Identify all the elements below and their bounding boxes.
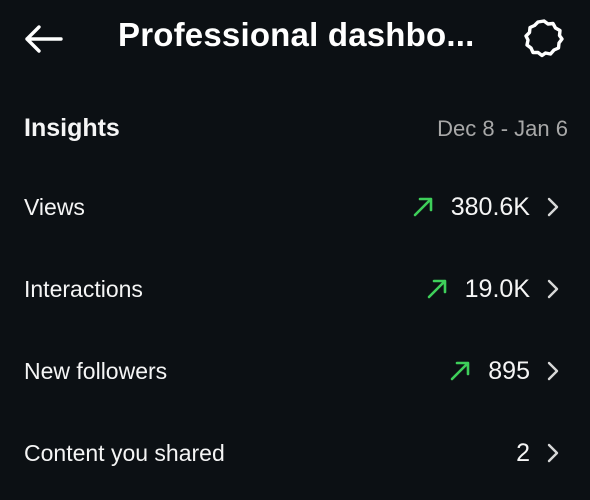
metric-label: New followers bbox=[24, 357, 168, 384]
top-bar: Professional dashbo... bbox=[0, 0, 590, 80]
insights-title: Insights bbox=[24, 114, 120, 142]
metric-value: 19.0K bbox=[464, 274, 530, 303]
chevron-right-icon bbox=[544, 441, 562, 465]
trend-up-icon bbox=[425, 277, 449, 301]
back-button[interactable] bbox=[20, 18, 66, 60]
metric-label: Views bbox=[24, 193, 85, 220]
metric-row-content-shared[interactable]: Content you shared 2 bbox=[0, 418, 590, 488]
professional-dashboard-screen: Professional dashbo... Insights Dec 8 - … bbox=[0, 0, 590, 500]
metric-value: 2 bbox=[516, 438, 530, 467]
metric-row-views[interactable]: Views 380.6K bbox=[0, 172, 590, 242]
trend-up-icon bbox=[448, 359, 472, 383]
metric-value: 380.6K bbox=[450, 192, 530, 221]
metric-label: Content you shared bbox=[24, 439, 225, 466]
metric-row-interactions[interactable]: Interactions 19.0K bbox=[0, 254, 590, 324]
gear-icon bbox=[524, 19, 564, 58]
insights-header: Insights Dec 8 - Jan 6 bbox=[0, 104, 590, 152]
arrow-left-icon bbox=[25, 25, 63, 53]
metric-value-group: 2 bbox=[516, 439, 562, 468]
metric-value-group: 19.0K bbox=[425, 275, 562, 304]
chevron-right-icon bbox=[544, 195, 562, 219]
metric-value-group: 380.6K bbox=[411, 193, 562, 222]
metric-row-new-followers[interactable]: New followers 895 bbox=[0, 336, 590, 406]
page-title: Professional dashbo... bbox=[118, 16, 475, 53]
trend-up-icon bbox=[411, 195, 435, 219]
metric-label: Interactions bbox=[24, 275, 143, 302]
date-range[interactable]: Dec 8 - Jan 6 bbox=[437, 116, 568, 142]
metric-value: 895 bbox=[488, 356, 530, 385]
settings-button[interactable] bbox=[522, 16, 566, 60]
metric-value-group: 895 bbox=[448, 357, 562, 386]
chevron-right-icon bbox=[544, 359, 562, 383]
chevron-right-icon bbox=[544, 277, 562, 301]
